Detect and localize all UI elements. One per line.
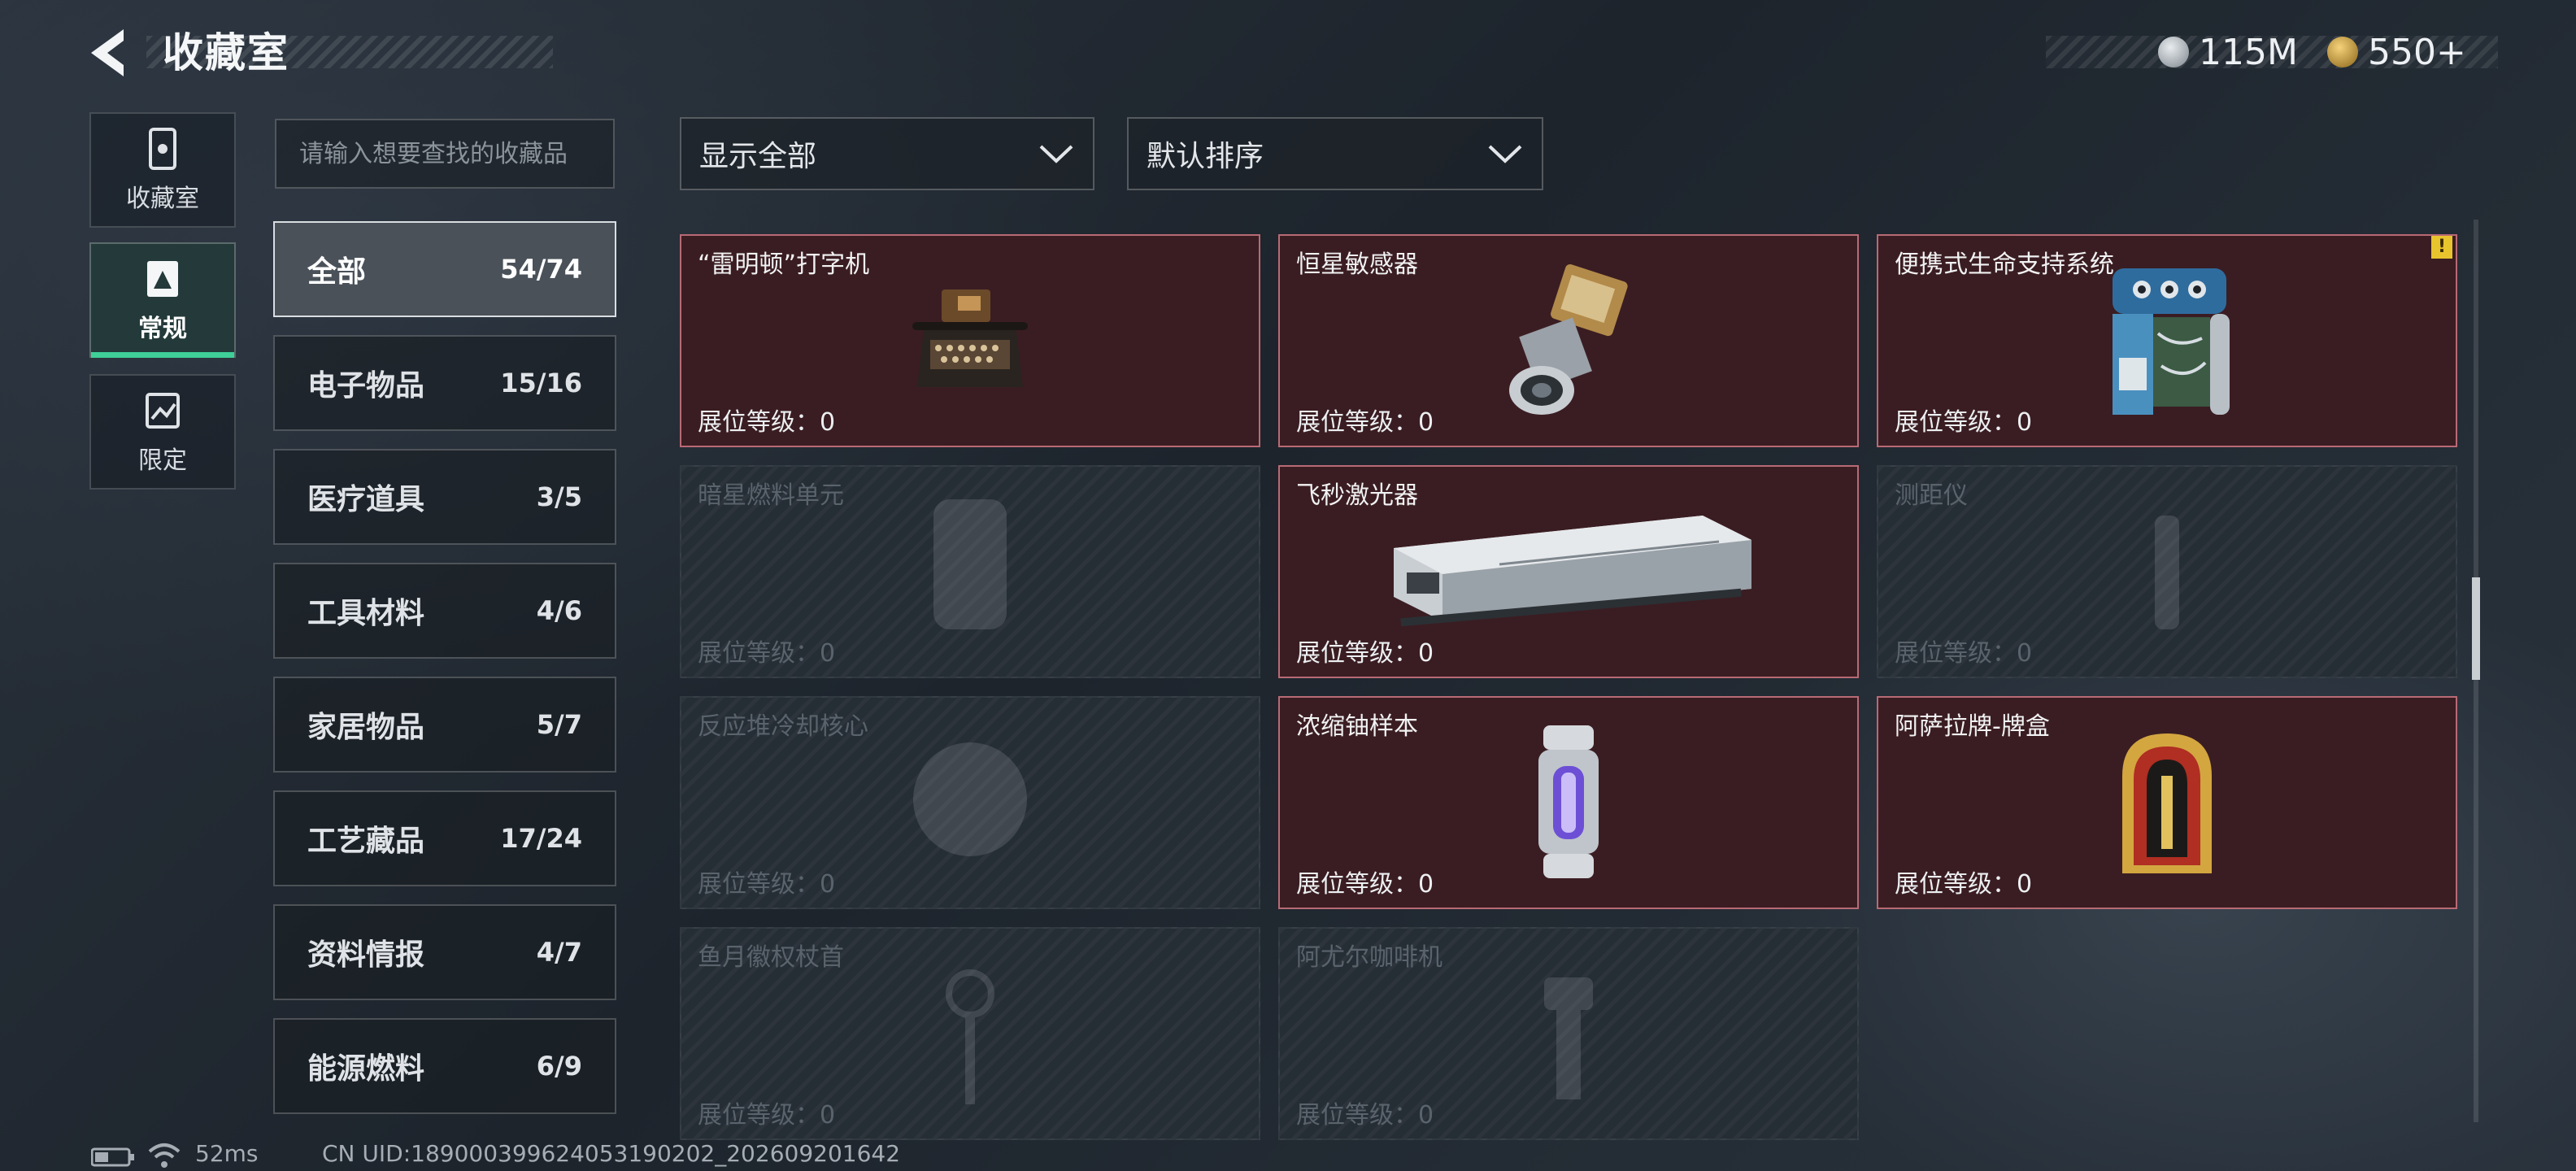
laser-icon bbox=[1394, 516, 1751, 627]
chevron-down-icon bbox=[1039, 145, 1073, 163]
booth-level: 展位等级：0 bbox=[698, 870, 836, 899]
currency-gold: 550+ bbox=[2327, 28, 2466, 76]
category-label: 工艺藏品 bbox=[307, 825, 425, 858]
sort-dropdown[interactable]: 默认排序 bbox=[1127, 117, 1543, 190]
collectible-card-enriched-uranium[interactable]: 浓缩铀样本 展位等级：0 bbox=[1278, 696, 1859, 909]
silver-coin-icon bbox=[2158, 37, 2189, 67]
rangefinder-icon bbox=[2155, 516, 2179, 629]
page-title: 收藏室 bbox=[163, 29, 289, 76]
collectible-name: 阿尤尔咖啡机 bbox=[1296, 943, 1442, 972]
collectible-card-rangefinder[interactable]: 测距仪 展位等级：0 bbox=[1877, 465, 2457, 678]
collectible-card-ayur-coffee-machine[interactable]: 阿尤尔咖啡机 展位等级：0 bbox=[1278, 927, 1859, 1140]
category-count: 15/16 bbox=[500, 368, 582, 398]
back-button[interactable] bbox=[85, 24, 141, 81]
collectible-name: 阿萨拉牌-牌盒 bbox=[1895, 712, 2050, 741]
category-label: 家居物品 bbox=[307, 711, 425, 744]
reactor-core-icon bbox=[913, 742, 1027, 856]
category-label: 全部 bbox=[307, 255, 367, 289]
category-count: 17/24 bbox=[500, 823, 582, 854]
collectible-card-asala-card-box[interactable]: 阿萨拉牌-牌盒 展位等级：0 bbox=[1877, 696, 2457, 909]
collectible-card-life-support[interactable]: 便携式生命支持系统 ! 展位等级：0 bbox=[1877, 234, 2457, 447]
category-count: 4/6 bbox=[536, 595, 582, 626]
sort-value: 默认排序 bbox=[1147, 140, 1264, 173]
booth-level: 展位等级：0 bbox=[698, 639, 836, 668]
currency-silver: 115M bbox=[2158, 28, 2298, 76]
collection-room-icon bbox=[149, 128, 176, 170]
limited-card-icon bbox=[146, 393, 180, 429]
category-tools[interactable]: 工具材料 4/6 bbox=[273, 563, 616, 659]
category-count: 3/5 bbox=[536, 481, 582, 512]
booth-level: 展位等级：0 bbox=[698, 408, 836, 437]
rail-label: 收藏室 bbox=[126, 185, 199, 213]
collectible-name: 测距仪 bbox=[1895, 481, 1968, 510]
rail-tab-limited[interactable]: 限定 bbox=[89, 374, 236, 490]
category-label: 资料情报 bbox=[307, 938, 425, 972]
gold-triangle-coin-icon bbox=[2327, 37, 2358, 67]
chevron-down-icon bbox=[1488, 145, 1522, 163]
fuel-cell-icon bbox=[933, 499, 1007, 629]
silver-amount: 115M bbox=[2199, 31, 2298, 73]
ping-text: 52ms bbox=[195, 1140, 259, 1167]
collectible-card-star-sensor[interactable]: 恒星敏感器 展位等级：0 bbox=[1278, 234, 1859, 447]
rail-label: 常规 bbox=[138, 315, 187, 343]
collectible-name: 反应堆冷却核心 bbox=[698, 712, 868, 741]
category-count: 6/9 bbox=[536, 1051, 582, 1082]
collectible-name: “雷明顿”打字机 bbox=[698, 250, 870, 279]
collectible-card-dark-star-fuel-cell[interactable]: 暗星燃料单元 展位等级：0 bbox=[680, 465, 1260, 678]
category-crafts[interactable]: 工艺藏品 17/24 bbox=[273, 790, 616, 886]
category-electronics[interactable]: 电子物品 15/16 bbox=[273, 335, 616, 431]
category-household[interactable]: 家居物品 5/7 bbox=[273, 677, 616, 773]
wifi-icon bbox=[148, 1143, 181, 1168]
collectible-name: 浓缩铀样本 bbox=[1296, 712, 1418, 741]
typewriter-icon bbox=[912, 289, 1028, 387]
show-filter-value: 显示全部 bbox=[699, 140, 817, 173]
booth-level: 展位等级：0 bbox=[1296, 408, 1434, 437]
booth-level: 展位等级：0 bbox=[1296, 1101, 1434, 1130]
category-label: 能源燃料 bbox=[307, 1052, 425, 1086]
collectible-name: 鱼月徽权杖首 bbox=[698, 943, 844, 972]
grid-scrollbar-thumb[interactable] bbox=[2472, 577, 2480, 680]
category-label: 医疗道具 bbox=[307, 483, 425, 516]
back-arrow-icon bbox=[91, 29, 124, 76]
category-count: 4/7 bbox=[536, 937, 582, 968]
rail-tab-regular[interactable]: 常规 bbox=[89, 242, 236, 358]
star-sensor-icon bbox=[1509, 263, 1628, 415]
category-intel[interactable]: 资料情报 4/7 bbox=[273, 904, 616, 1000]
collectible-card-reactor-core[interactable]: 反应堆冷却核心 展位等级：0 bbox=[680, 696, 1260, 909]
category-label: 电子物品 bbox=[307, 369, 425, 403]
category-label: 工具材料 bbox=[307, 597, 425, 630]
battery-icon bbox=[91, 1147, 134, 1167]
coffee-machine-icon bbox=[1544, 977, 1593, 1099]
uid-text: CN UID:189000399624053190202_20260920164… bbox=[322, 1140, 901, 1167]
collectible-name: 便携式生命支持系统 bbox=[1895, 250, 2114, 279]
rail-label: 限定 bbox=[138, 446, 187, 475]
booth-level: 展位等级：0 bbox=[1895, 408, 2033, 437]
collectible-card-femtosecond-laser[interactable]: 飞秒激光器 展位等级：0 bbox=[1278, 465, 1859, 678]
booth-level: 展位等级：0 bbox=[1296, 870, 1434, 899]
rail-tab-collection-room[interactable]: 收藏室 bbox=[89, 112, 236, 228]
collectible-name: 暗星燃料单元 bbox=[698, 481, 844, 510]
uranium-capsule-icon bbox=[1538, 725, 1599, 878]
category-count: 54/74 bbox=[500, 254, 582, 285]
booth-level: 展位等级：0 bbox=[698, 1101, 836, 1130]
booth-level: 展位等级：0 bbox=[1895, 870, 2033, 899]
life-support-icon bbox=[2113, 268, 2230, 415]
category-energy[interactable]: 能源燃料 6/9 bbox=[273, 1018, 616, 1114]
booth-level: 展位等级：0 bbox=[1895, 639, 2033, 668]
show-filter-dropdown[interactable]: 显示全部 bbox=[680, 117, 1094, 190]
category-all[interactable]: 全部 54/74 bbox=[273, 221, 616, 317]
scepter-head-icon bbox=[946, 969, 994, 1104]
collectible-card-fish-moon-scepter[interactable]: 鱼月徽权杖首 展位等级：0 bbox=[680, 927, 1260, 1140]
category-count: 5/7 bbox=[536, 709, 582, 740]
card-box-icon bbox=[2122, 734, 2212, 873]
warning-badge: ! bbox=[2431, 236, 2452, 259]
collection-search-input[interactable] bbox=[275, 119, 615, 189]
booth-level: 展位等级：0 bbox=[1296, 639, 1434, 668]
collectible-name: 恒星敏感器 bbox=[1296, 250, 1418, 279]
gold-amount: 550+ bbox=[2368, 31, 2466, 73]
regular-card-icon bbox=[147, 261, 178, 297]
category-medical[interactable]: 医疗道具 3/5 bbox=[273, 449, 616, 545]
collectible-card-typewriter[interactable]: “雷明顿”打字机 展位等级：0 bbox=[680, 234, 1260, 447]
